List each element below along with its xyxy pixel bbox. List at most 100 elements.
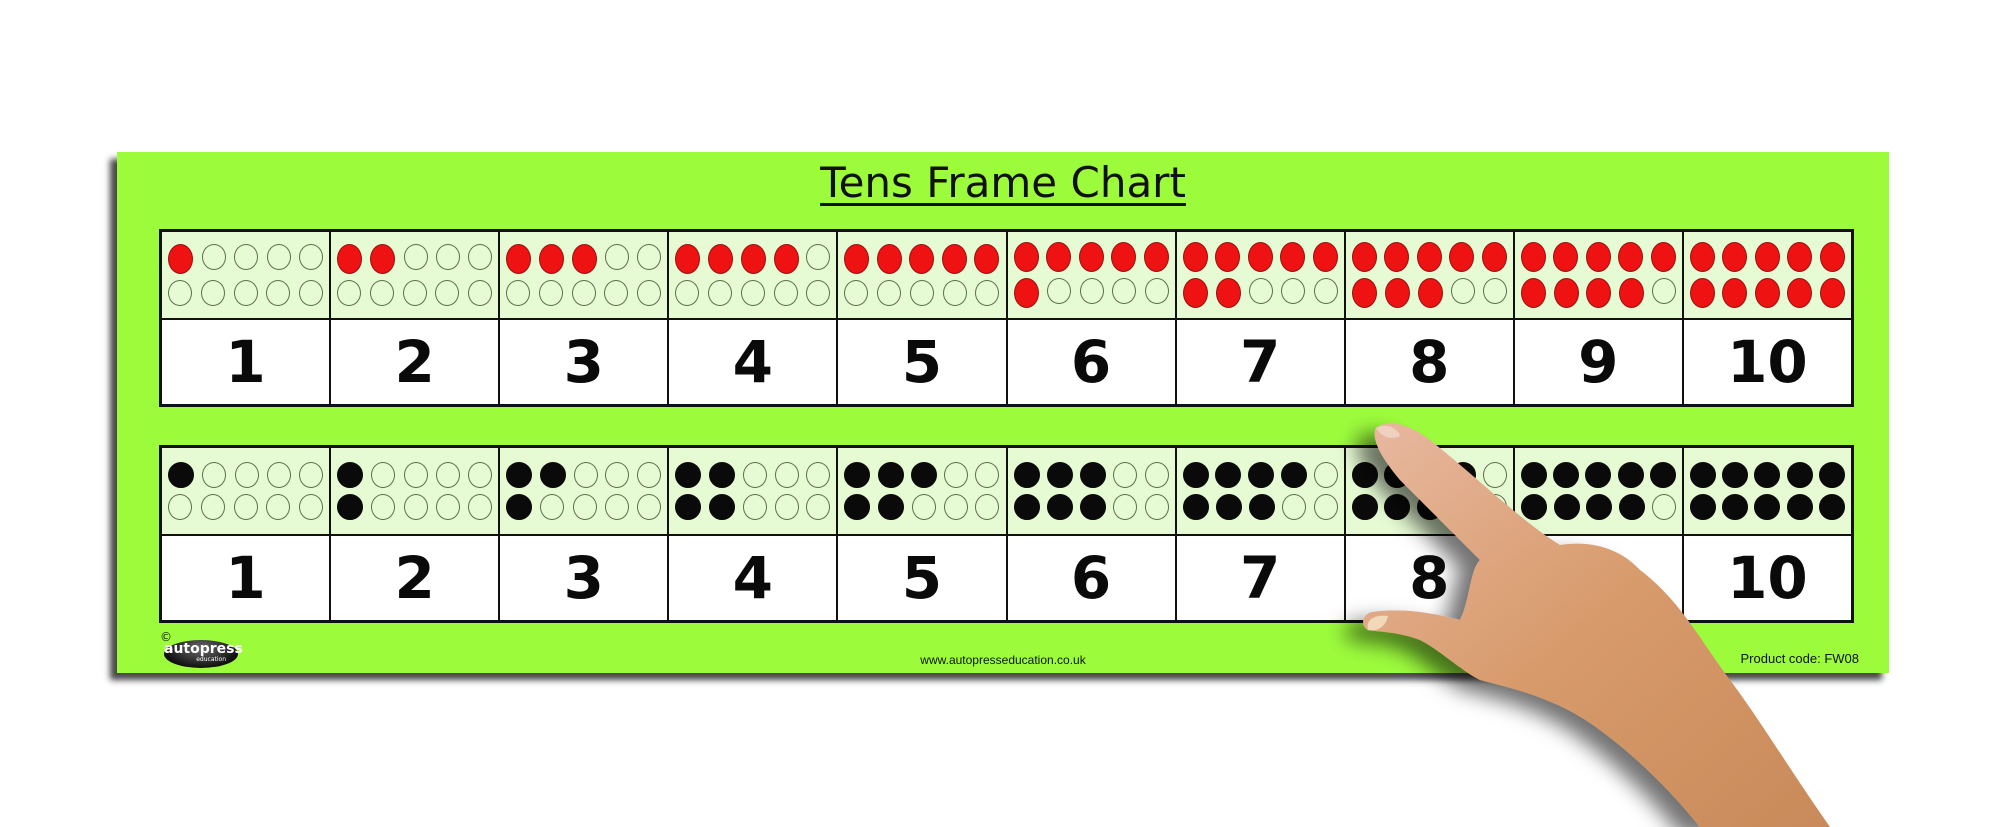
empty-counter: [740, 280, 765, 306]
red-counter: [1247, 242, 1273, 272]
tens-frame-grid: [162, 448, 330, 534]
red-counter: [1553, 242, 1579, 272]
red-counter: [572, 244, 598, 274]
empty-counter: [234, 244, 259, 270]
red-counter: [773, 244, 799, 274]
frame-number: 5: [838, 536, 1006, 620]
black-counter: [1754, 462, 1781, 488]
black-counter: [910, 462, 937, 488]
frame-number: 6: [1007, 536, 1175, 620]
red-counter: [1078, 242, 1104, 272]
black-counter: [1046, 462, 1073, 488]
empty-counter: [944, 462, 969, 488]
tens-frame-grid: [1683, 232, 1851, 318]
empty-counter: [1651, 494, 1676, 520]
empty-counter: [806, 280, 831, 306]
empty-counter: [371, 494, 396, 520]
empty-counter: [1249, 278, 1274, 304]
tens-frame-grid: [669, 232, 837, 318]
frame-top-row: [168, 244, 324, 274]
empty-counter: [773, 280, 798, 306]
frame-bottom-row: [1182, 494, 1338, 520]
empty-counter: [540, 494, 565, 520]
red-counter: [1553, 278, 1579, 308]
frame-number: 9: [1514, 536, 1682, 620]
empty-counter: [403, 462, 428, 488]
tens-frame-grid: [500, 232, 668, 318]
red-counter: [1384, 278, 1410, 308]
tens-frame-grid: [1514, 232, 1682, 318]
empty-counter: [637, 494, 662, 520]
frame-number: 9: [1514, 320, 1682, 404]
empty-counter: [233, 494, 258, 520]
black-counter: [844, 462, 871, 488]
empty-counter: [1113, 462, 1138, 488]
black-counter: [1520, 494, 1547, 520]
frame-top-row: [1689, 462, 1845, 488]
empty-counter: [468, 244, 493, 270]
black-counter: [1046, 494, 1073, 520]
empty-counter: [538, 280, 563, 306]
empty-counter: [468, 280, 493, 306]
red-counter: [370, 244, 396, 274]
empty-counter: [1047, 278, 1072, 304]
frame-bottom-row: [675, 494, 831, 520]
black-counter: [1520, 462, 1547, 488]
tens-frame-grid: [1176, 232, 1344, 318]
black-counter: [1619, 494, 1646, 520]
tens-frame-cell: 7: [1176, 232, 1344, 404]
frame-top-row: [337, 462, 493, 488]
black-tens-frame-row: 1 2 3 4 5 6 7 8 9 10: [159, 445, 1854, 623]
red-counter: [1481, 242, 1507, 272]
red-counter: [1417, 278, 1443, 308]
frame-bottom-row: [168, 494, 324, 520]
black-counter: [877, 462, 904, 488]
red-counter: [1449, 242, 1475, 272]
red-counter: [1787, 278, 1813, 308]
empty-counter: [975, 494, 1000, 520]
black-counter: [1786, 462, 1813, 488]
black-counter: [1215, 494, 1242, 520]
empty-counter: [573, 462, 598, 488]
empty-counter: [571, 280, 596, 306]
frame-number: 3: [500, 320, 668, 404]
black-counter: [337, 462, 364, 488]
empty-counter: [844, 280, 869, 306]
frame-number: 8: [1345, 536, 1513, 620]
red-counter: [941, 244, 967, 274]
empty-counter: [1450, 278, 1475, 304]
red-counter: [1586, 278, 1612, 308]
red-counter: [876, 244, 902, 274]
frame-bottom-row: [1351, 494, 1507, 520]
tens-frame-cell: 5: [838, 232, 1006, 404]
black-counter: [1351, 494, 1378, 520]
empty-counter: [1144, 462, 1169, 488]
red-counter: [1819, 278, 1845, 308]
red-counter: [1111, 242, 1137, 272]
red-counter: [506, 244, 532, 274]
black-counter: [1182, 494, 1209, 520]
red-counter: [1650, 242, 1676, 272]
black-counter: [1786, 494, 1813, 520]
black-counter: [1722, 494, 1749, 520]
frame-top-row: [1013, 462, 1169, 488]
empty-counter: [1313, 278, 1338, 304]
tens-frame-grid: [1007, 448, 1175, 534]
empty-counter: [806, 244, 831, 270]
frame-number: 10: [1683, 536, 1851, 620]
frame-bottom-row: [506, 280, 662, 306]
black-counter: [1689, 494, 1716, 520]
frame-top-row: [1182, 462, 1338, 488]
empty-counter: [943, 494, 968, 520]
black-counter: [168, 462, 194, 488]
empty-counter: [637, 244, 662, 270]
empty-counter: [168, 494, 192, 520]
black-counter: [1215, 462, 1242, 488]
empty-counter: [1144, 278, 1169, 304]
frame-number: 2: [331, 536, 499, 620]
frame-bottom-row: [1351, 278, 1507, 308]
empty-counter: [1112, 278, 1137, 304]
black-counter: [1013, 462, 1040, 488]
red-tens-frame-row: 1 2 3 4 5 6 7 8 9 10: [159, 229, 1854, 407]
red-counter: [1182, 242, 1208, 272]
